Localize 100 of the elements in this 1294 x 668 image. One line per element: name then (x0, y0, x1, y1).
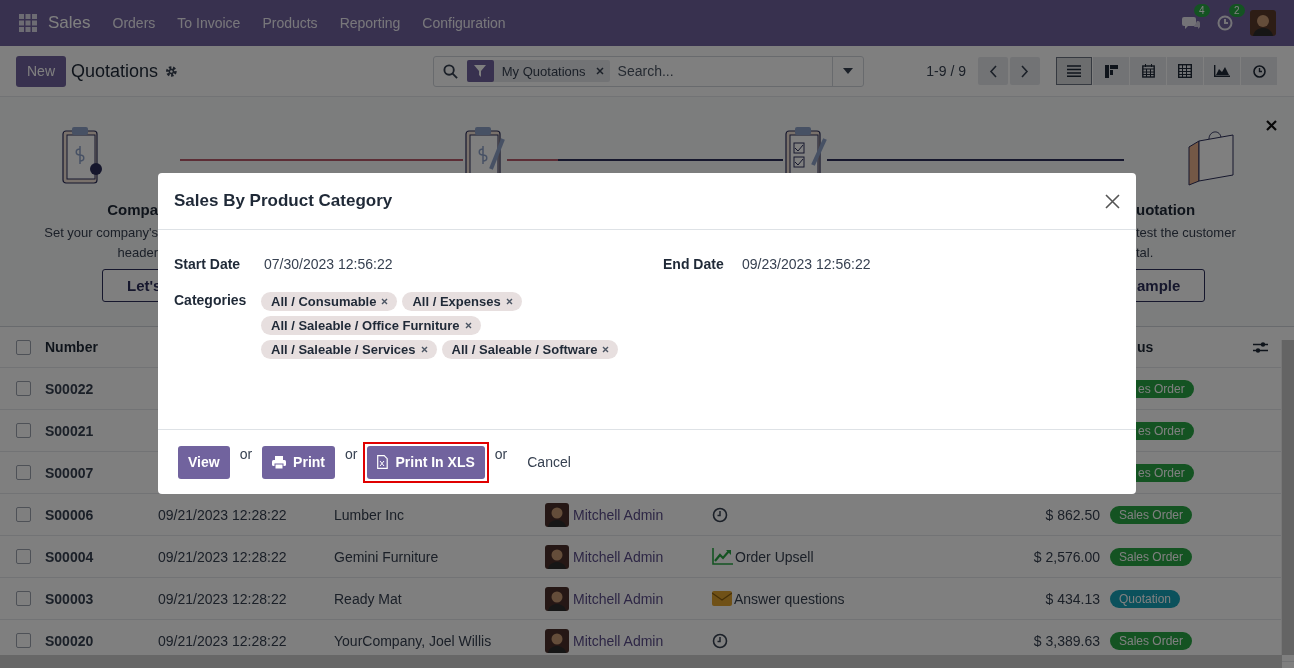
tag-label: All / Saleable / Services (271, 342, 416, 357)
new-button[interactable]: New (16, 55, 66, 87)
step-description: tal. (1136, 244, 1154, 262)
table-cell-text: Lumber Inc (334, 506, 406, 523)
step-title: Compa (107, 201, 158, 218)
apps-menu-icon[interactable] (19, 14, 37, 32)
status-badge: es Order (1136, 421, 1194, 440)
select-all-checkbox[interactable] (16, 339, 31, 355)
table-cell-text: S00021 (45, 422, 95, 439)
activity-summary: Answer questions (734, 590, 845, 607)
avatar (545, 544, 569, 569)
view-switch-button[interactable] (1056, 57, 1092, 85)
page-title: Quotations (71, 60, 159, 82)
kanban-icon (1104, 64, 1118, 78)
column-settings-icon[interactable] (1253, 340, 1268, 354)
salesperson-link[interactable]: Mitchell Admin (573, 548, 664, 565)
chevron-right-icon (1021, 64, 1029, 78)
menu-item[interactable]: Reporting (339, 15, 401, 31)
table-cell-text: 09/21/2023 12:28:22 (158, 506, 288, 523)
row-checkbox[interactable] (16, 381, 31, 396)
table-cell-text: $ 862.50 (1044, 506, 1101, 523)
trend-up-icon[interactable] (712, 548, 733, 565)
table-cell-text: S00007 (45, 464, 95, 481)
search-input[interactable]: Search... (615, 62, 833, 80)
salesperson-link[interactable]: Mitchell Admin (573, 506, 664, 523)
table-cell-text: $ 2,576.00 (1032, 548, 1101, 565)
chat-icon[interactable] (1182, 15, 1200, 31)
field-label: End Date (663, 256, 725, 272)
settings-icon[interactable] (165, 64, 178, 78)
view-button[interactable]: View (178, 445, 230, 479)
field-label: Start Date (174, 256, 242, 272)
remove-icon[interactable] (602, 346, 610, 353)
spreadsheet-file-icon (377, 455, 389, 469)
table-cell-text: 09/21/2023 12:28:22 (158, 590, 288, 607)
menu-item[interactable]: Products (262, 15, 318, 31)
remove-icon[interactable] (595, 67, 604, 75)
table-cell-text: S00020 (45, 632, 95, 649)
filter-icon (474, 65, 487, 77)
clock-icon[interactable] (712, 506, 728, 523)
step-description: header (117, 244, 158, 262)
salesperson-link[interactable]: Mitchell Admin (573, 632, 664, 649)
calendar-icon (1141, 64, 1155, 78)
row-checkbox[interactable] (16, 549, 31, 564)
print-xls-button[interactable]: Print In XLS (367, 445, 485, 479)
separator-text: or (239, 446, 253, 462)
row-checkbox[interactable] (16, 591, 31, 606)
menu-item[interactable]: Configuration (422, 15, 506, 31)
tag-label: All / Expenses (412, 294, 501, 309)
row-checkbox[interactable] (16, 423, 31, 438)
remove-icon[interactable] (420, 346, 428, 353)
table-cell-text: 09/21/2023 12:28:22 (158, 548, 288, 565)
remove-icon[interactable] (464, 322, 472, 329)
date-field[interactable]: 07/30/2023 12:56:22 (264, 256, 663, 272)
printer-icon (272, 455, 287, 469)
close-icon[interactable] (1105, 193, 1120, 209)
area-chart-icon (1214, 65, 1230, 77)
envelope-icon[interactable] (712, 591, 732, 606)
user-avatar[interactable] (1250, 10, 1276, 36)
pager-value[interactable]: 1-9 / 9 (926, 63, 966, 79)
separator-text: or (494, 446, 508, 462)
tag-label: All / Saleable / Software (451, 342, 598, 357)
row-checkbox[interactable] (16, 633, 31, 648)
next-page-button[interactable] (1010, 57, 1040, 85)
step-title: uotation (1136, 201, 1196, 218)
dialog-title: Sales By Product Category (174, 191, 393, 211)
avatar (545, 502, 569, 527)
avatar (545, 628, 569, 653)
activity-count-badge: 2 (1229, 4, 1245, 17)
message-count-badge: 4 (1194, 4, 1210, 17)
table-cell-text: 09/21/2023 12:28:22 (158, 632, 288, 649)
vertical-scrollbar[interactable] (1281, 340, 1294, 655)
clock-icon[interactable] (712, 632, 728, 649)
search-field[interactable]: My Quotations Search... (432, 55, 865, 87)
horizontal-scrollbar[interactable] (0, 655, 1282, 668)
table-cell-text: $ 3,389.63 (1032, 632, 1101, 649)
table-cell-text: S00006 (45, 506, 95, 523)
table-cell-text: Ready Mat (334, 590, 403, 607)
row-checkbox[interactable] (16, 465, 31, 480)
menu-item[interactable]: To Invoice (177, 15, 241, 31)
remove-icon[interactable] (505, 298, 513, 305)
remove-icon[interactable] (381, 298, 389, 305)
cancel-button[interactable]: Cancel (513, 454, 585, 470)
salesperson-link[interactable]: Mitchell Admin (573, 590, 664, 607)
previous-page-button[interactable] (978, 57, 1008, 85)
clock-icon (1252, 64, 1266, 78)
avatar (545, 586, 569, 611)
app-name[interactable]: Sales (48, 13, 91, 33)
tag-label: All / Saleable / Office Furniture (271, 318, 460, 333)
menu-item[interactable]: Orders (112, 15, 156, 31)
table-cell-text: S00022 (45, 380, 95, 397)
close-icon[interactable] (1266, 120, 1277, 131)
row-checkbox[interactable] (16, 507, 31, 522)
print-button[interactable]: Print (262, 445, 335, 479)
date-field[interactable]: 09/23/2023 12:56:22 (742, 256, 1120, 272)
chevron-left-icon (989, 64, 997, 78)
column-header[interactable]: Number (45, 339, 158, 355)
status-badge: Quotation (1110, 589, 1181, 608)
table-cell-text: S00004 (45, 548, 95, 565)
list-icon (1067, 65, 1081, 77)
tag-label: All / Consumable (271, 294, 377, 309)
